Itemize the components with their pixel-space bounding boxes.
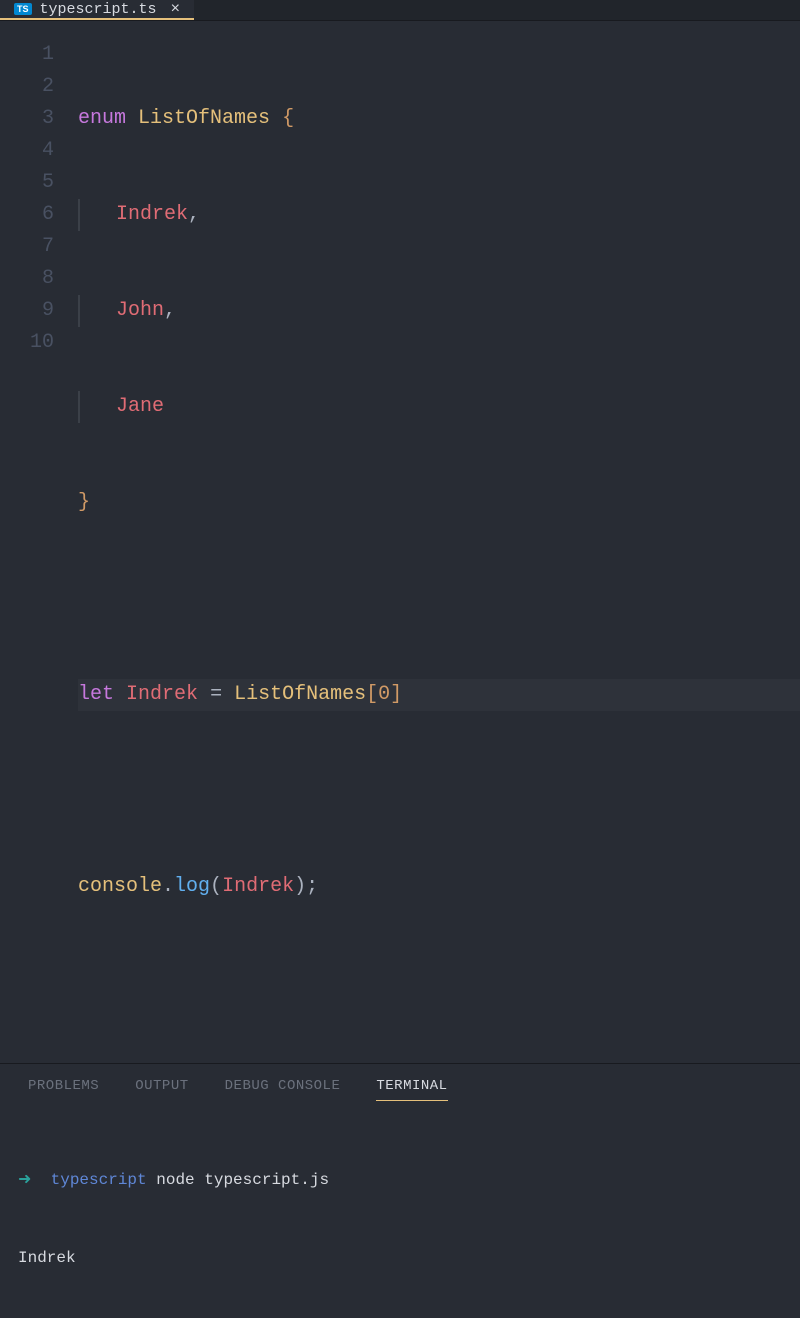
terminal-line: ➜ typescript node typescript.js [18,1167,782,1193]
tab-filename: typescript.ts [40,1,157,18]
line-number: 5 [0,167,54,199]
prompt-arrow-icon: ➜ [18,1171,31,1189]
line-number: 10 [0,327,54,359]
terminal-command: node typescript.js [156,1171,329,1189]
terminal-output: Indrek [18,1245,782,1271]
line-number: 9 [0,295,54,327]
tab-typescript[interactable]: TS typescript.ts × [0,0,194,20]
code-line [78,775,800,807]
line-number: 6 [0,199,54,231]
method-log: log [174,871,210,903]
tab-problems[interactable]: PROBLEMS [28,1078,99,1101]
code-line: Jane [78,391,800,423]
argument: Indrek [222,871,294,903]
bottom-panel: PROBLEMS OUTPUT DEBUG CONSOLE TERMINAL ➜… [0,1063,800,1263]
line-number: 4 [0,135,54,167]
code-line [78,583,800,615]
code-line [78,967,800,999]
line-number: 8 [0,263,54,295]
keyword-let: let [78,679,114,711]
variable-name: Indrek [126,679,198,711]
code-line: } [78,487,800,519]
brace-open: { [282,103,294,135]
code-line: John, [78,295,800,327]
number-literal: 0 [378,679,390,711]
terminal[interactable]: ➜ typescript node typescript.js Indrek ➜… [0,1111,800,1318]
tab-bar: TS typescript.ts × [0,0,800,21]
brace-close: } [78,487,90,519]
code-line: console.log(Indrek); [78,871,800,903]
ts-file-icon: TS [14,3,32,15]
tab-terminal[interactable]: TERMINAL [376,1078,447,1101]
code-line: let Indrek = ListOfNames[0] [78,679,800,711]
enum-member: John [116,295,164,327]
enum-member: Indrek [116,199,188,231]
code-line: enum ListOfNames { [78,103,800,135]
line-number: 7 [0,231,54,263]
paren-close: ) [294,871,306,903]
tab-debug-console[interactable]: DEBUG CONSOLE [225,1078,341,1101]
keyword-enum: enum [78,103,126,135]
editor[interactable]: 1 2 3 4 5 6 7 8 9 10 enum ListOfNames { … [0,21,800,1063]
line-number-gutter: 1 2 3 4 5 6 7 8 9 10 [0,39,78,1063]
comma: , [164,295,176,327]
type-name: ListOfNames [138,103,270,135]
semicolon: ; [306,871,318,903]
dot: . [162,871,174,903]
paren-open: ( [210,871,222,903]
code-area[interactable]: enum ListOfNames { Indrek, John, Jane } … [78,39,800,1063]
equals: = [210,679,222,711]
comma: , [188,199,200,231]
console-object: console [78,871,162,903]
line-number: 1 [0,39,54,71]
line-number: 2 [0,71,54,103]
enum-member: Jane [116,391,164,423]
tab-output[interactable]: OUTPUT [135,1078,188,1101]
bracket-close: ] [390,679,402,711]
type-name: ListOfNames [234,679,366,711]
panel-tab-bar: PROBLEMS OUTPUT DEBUG CONSOLE TERMINAL [0,1064,800,1111]
code-line: Indrek, [78,199,800,231]
bracket-open: [ [366,679,378,711]
prompt-directory: typescript [51,1171,147,1189]
line-number: 3 [0,103,54,135]
close-icon[interactable]: × [171,0,181,18]
